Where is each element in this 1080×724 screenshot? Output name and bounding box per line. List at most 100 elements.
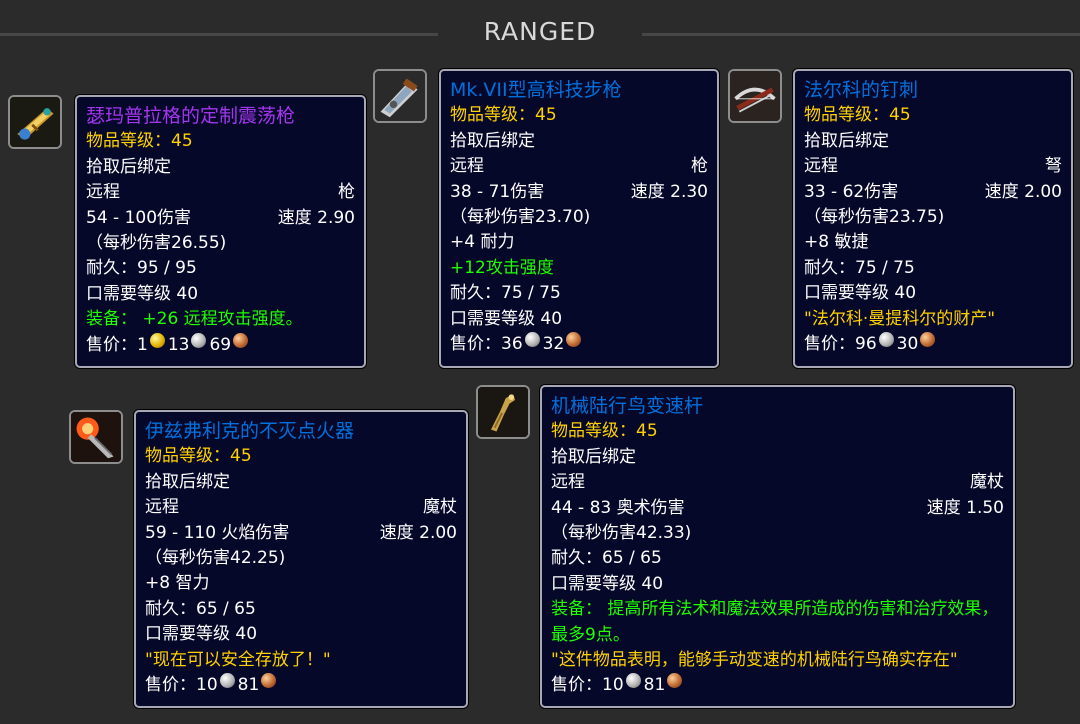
- crossbow-icon[interactable]: [728, 69, 782, 123]
- bind-text: 拾取后绑定: [450, 130, 535, 151]
- item-name: 法尔科的钉刺: [804, 79, 919, 101]
- weapon-type: 弩: [1045, 156, 1062, 177]
- item-name: 瑟玛普拉格的定制震荡枪: [86, 105, 296, 127]
- bind-text: 拾取后绑定: [86, 156, 171, 177]
- speed: 速度 2.00: [984, 181, 1062, 202]
- required-level: 口需要等级 40: [145, 624, 258, 645]
- speed: 速度 2.00: [379, 522, 457, 543]
- durability: 耐久：65 / 65: [551, 548, 662, 569]
- stat-attack-power: +12攻击强度: [450, 257, 554, 278]
- header-rule-left: [0, 33, 438, 36]
- required-level: 口需要等级 40: [804, 283, 917, 304]
- dps: （每秒伤害42.33): [551, 522, 692, 543]
- speed: 速度 2.90: [277, 207, 355, 228]
- stat-agility: +8 敏捷: [804, 232, 869, 253]
- damage-row: 38 - 71伤害 速度 2.30: [450, 180, 708, 205]
- copper-coin-icon: [233, 332, 249, 348]
- torch-wand-icon[interactable]: [69, 410, 123, 464]
- item-name: 机械陆行鸟变速杆: [551, 395, 704, 417]
- slot: 远程: [86, 182, 120, 203]
- sell-price: 售价： 10 81: [551, 673, 1004, 698]
- slot: 远程: [450, 156, 484, 177]
- gold-amount: 1: [137, 334, 148, 355]
- damage: 38 - 71伤害: [450, 181, 545, 202]
- item-level: 物品等级：45: [145, 446, 252, 467]
- copper-coin-icon: [566, 331, 582, 347]
- slot: 远程: [804, 156, 838, 177]
- item-tooltip: 瑟玛普拉格的定制震荡枪 物品等级：45 拾取后绑定 远程 枪 54 - 100伤…: [75, 95, 366, 368]
- copper-coin-icon: [920, 331, 936, 347]
- item-tooltip: Mk.VII型高科技步枪 物品等级：45 拾取后绑定 远程 枪 38 - 71伤…: [439, 69, 719, 368]
- sell-price: 售价： 96 30: [804, 331, 1062, 357]
- item-tooltip: 法尔科的钉刺 物品等级：45 拾取后绑定 远程 弩 33 - 62伤害 速度 2…: [793, 69, 1073, 368]
- speed: 速度 2.30: [630, 181, 708, 202]
- dps: （每秒伤害23.70): [450, 206, 591, 227]
- slot-row: 远程 魔杖: [551, 470, 1004, 495]
- flavor-text: "这件物品表明，能够手动变速的机械陆行鸟确实存在": [551, 649, 958, 670]
- silver-amount: 13: [167, 334, 190, 355]
- copper-amount: 69: [209, 334, 232, 355]
- gold-coin-icon: [149, 332, 165, 348]
- required-level: 口需要等级 40: [86, 283, 199, 304]
- slot: 远程: [551, 472, 585, 493]
- gun-icon[interactable]: [8, 95, 62, 149]
- durability: 耐久：65 / 65: [145, 598, 256, 619]
- equip-effect: 装备： 提高所有法术和魔法效果所造成的伤害和治疗效果，最多9点。: [551, 599, 999, 645]
- copper-coin-icon: [261, 672, 277, 688]
- silver-amount: 96: [855, 333, 877, 354]
- dps: （每秒伤害42.25): [145, 547, 286, 568]
- silver-coin-icon: [625, 673, 641, 689]
- silver-coin-icon: [219, 672, 235, 688]
- copper-coin-icon: [667, 673, 683, 689]
- bind-text: 拾取后绑定: [804, 130, 889, 151]
- equip-effect: 装备： +26 远程攻击强度。: [86, 309, 303, 330]
- weapon-type: 枪: [338, 182, 355, 203]
- bind-text: 拾取后绑定: [551, 446, 636, 467]
- flavor-text: "现在可以安全存放了！": [145, 649, 331, 670]
- damage-row: 44 - 83 奥术伤害 速度 1.50: [551, 496, 1004, 521]
- required-level: 口需要等级 40: [450, 308, 563, 329]
- silver-amount: 36: [501, 333, 523, 354]
- slot-row: 远程 枪: [86, 180, 355, 205]
- sell-price: 售价： 1 13 69: [86, 332, 355, 358]
- copper-amount: 32: [542, 333, 565, 354]
- weapon-type: 枪: [691, 156, 708, 177]
- slot-row: 远程 弩: [804, 154, 1062, 179]
- slot-row: 远程 枪: [450, 154, 708, 179]
- slot: 远程: [145, 497, 179, 518]
- damage-row: 33 - 62伤害 速度 2.00: [804, 180, 1062, 205]
- copper-amount: 81: [643, 675, 666, 696]
- stat-stamina: +4 耐力: [450, 232, 515, 253]
- sell-label: 售价：: [551, 675, 602, 696]
- damage: 44 - 83 奥术伤害: [551, 497, 685, 518]
- durability: 耐久：75 / 75: [450, 283, 561, 304]
- sell-label: 售价：: [145, 674, 196, 695]
- sell-label: 售价：: [450, 333, 501, 354]
- item-level: 物品等级：45: [86, 131, 193, 152]
- sell-price: 售价： 10 81: [145, 672, 457, 698]
- item-name: Mk.VII型高科技步枪: [450, 79, 622, 101]
- silver-coin-icon: [878, 331, 894, 347]
- slot-row: 远程 魔杖: [145, 495, 457, 520]
- damage-row: 59 - 110 火焰伤害 速度 2.00: [145, 521, 457, 546]
- sell-label: 售价：: [804, 333, 855, 354]
- damage: 54 - 100伤害: [86, 207, 192, 228]
- dps: （每秒伤害26.55): [86, 232, 227, 253]
- damage: 59 - 110 火焰伤害: [145, 522, 290, 543]
- silver-amount: 10: [602, 675, 624, 696]
- rifle-icon[interactable]: [373, 69, 427, 123]
- speed: 速度 1.50: [926, 497, 1004, 518]
- item-level: 物品等级：45: [450, 105, 557, 126]
- weapon-type: 魔杖: [423, 497, 457, 518]
- stat-intellect: +8 智力: [145, 573, 210, 594]
- silver-coin-icon: [524, 331, 540, 347]
- copper-amount: 30: [896, 333, 919, 354]
- wand-icon[interactable]: [476, 385, 530, 439]
- weapon-type: 魔杖: [970, 472, 1004, 493]
- damage: 33 - 62伤害: [804, 181, 899, 202]
- copper-amount: 81: [237, 674, 260, 695]
- dps: （每秒伤害23.75): [804, 206, 945, 227]
- silver-coin-icon: [191, 332, 207, 348]
- section-header: RANGED: [0, 14, 1080, 54]
- item-name: 伊兹弗利克的不灭点火器: [145, 420, 355, 442]
